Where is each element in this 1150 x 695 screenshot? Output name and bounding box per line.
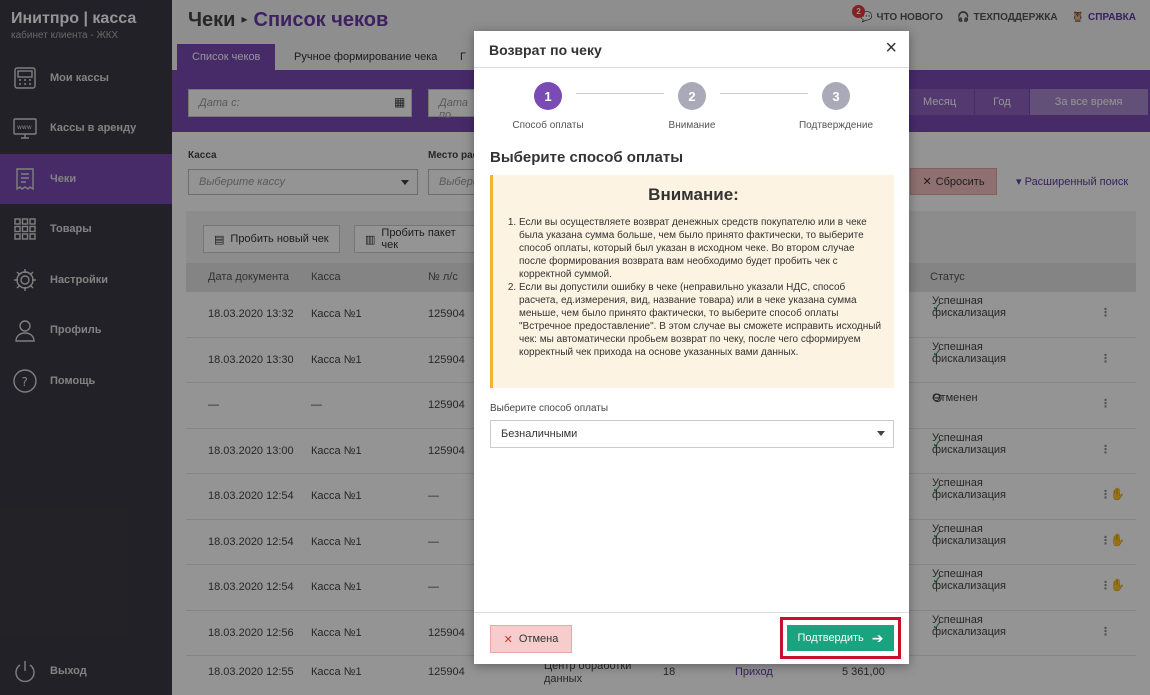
cancel-label: Отмена (518, 633, 559, 645)
step-number: 2 (678, 82, 706, 110)
close-icon[interactable]: × (885, 37, 897, 60)
modal-header: Возврат по чеку × (474, 31, 909, 68)
step-1: 1 Способ оплаты (498, 82, 598, 131)
chevron-down-icon (877, 431, 885, 436)
warning-list: Если вы осуществляете возврат денежных с… (505, 216, 882, 359)
warning-title: Внимание: (648, 185, 739, 204)
payment-method-label: Выберите способ оплаты (490, 403, 609, 414)
warning-item: Если вы допустили ошибку в чеке (неправи… (519, 281, 882, 359)
step-label: Внимание (668, 120, 716, 131)
close-icon: ✕ (503, 633, 513, 646)
arrow-right-icon: ➔ (871, 629, 884, 646)
confirm-button[interactable]: Подтвердить ➔ (787, 625, 894, 651)
stepper: 1 Способ оплаты 2 Внимание 3 Подтвержден… (474, 79, 909, 131)
refund-modal: Возврат по чеку × 1 Способ оплаты 2 Вним… (474, 31, 909, 664)
step-label: Подтверждение (798, 120, 874, 131)
payment-method-value: Безналичными (501, 428, 578, 440)
modal-footer: ✕ Отмена Подтвердить ➔ (474, 612, 909, 664)
step-3: 3 Подтверждение (786, 82, 886, 131)
confirm-highlight: Подтвердить ➔ (780, 617, 901, 659)
step-2: 2 Внимание (642, 82, 742, 131)
payment-method-select[interactable]: Безналичными (490, 420, 894, 448)
modal-title: Возврат по чеку (489, 42, 602, 58)
modal-heading: Выберите способ оплаты (490, 149, 684, 166)
step-number: 1 (534, 82, 562, 110)
step-label: Способ оплаты (512, 120, 584, 131)
warning-item: Если вы осуществляете возврат денежных с… (519, 216, 882, 281)
warning-box: Внимание: Если вы осуществляете возврат … (490, 175, 894, 388)
step-number: 3 (822, 82, 850, 110)
confirm-label: Подтвердить (797, 632, 864, 644)
cancel-button[interactable]: ✕ Отмена (490, 625, 572, 653)
